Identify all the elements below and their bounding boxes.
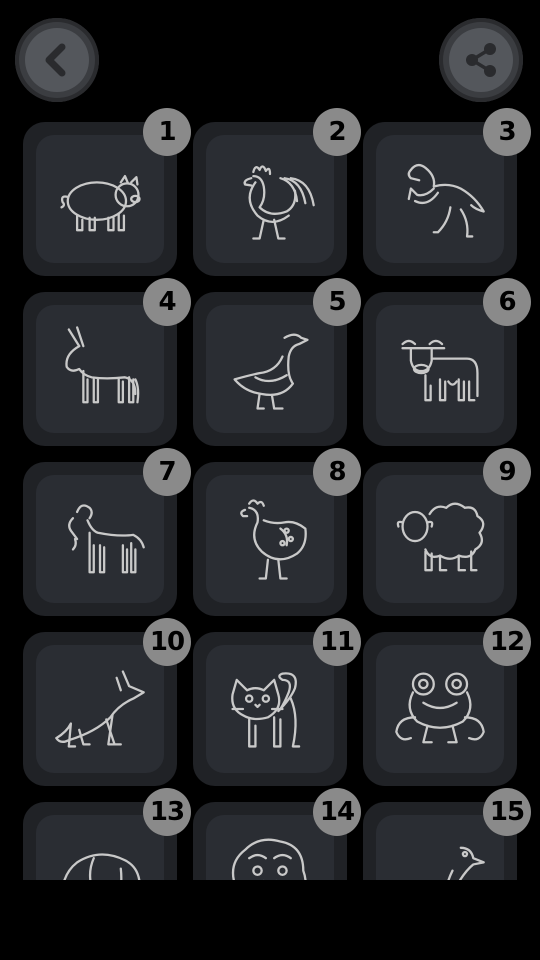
back-chevron-icon <box>45 43 66 77</box>
number-badge: 14 <box>313 788 361 836</box>
animal-tile-9[interactable]: 9 <box>363 448 531 616</box>
animal-tile-7[interactable]: 7 <box>23 448 191 616</box>
donkey-icon <box>65 326 140 404</box>
tile-face <box>376 815 504 880</box>
goat-icon <box>68 504 145 574</box>
number-badge: 2 <box>313 108 361 156</box>
tile-face <box>36 815 164 880</box>
animal-tile-10[interactable]: 10 <box>23 618 191 786</box>
animal-tile-3[interactable]: 3 <box>363 108 531 276</box>
animal-tile-4[interactable]: 4 <box>23 278 191 446</box>
share-icon <box>466 43 496 77</box>
tile-face <box>36 475 164 603</box>
cow-icon <box>401 339 479 402</box>
tile-face <box>206 135 334 263</box>
animal-tile-15[interactable]: 15 <box>363 788 531 880</box>
tile-face <box>36 645 164 773</box>
share-button[interactable] <box>439 18 523 102</box>
back-button[interactable] <box>15 18 99 102</box>
tile-face <box>206 305 334 433</box>
number-badge: 7 <box>143 448 191 496</box>
animal-grid: 1 2 3 4 5 6 7 8 9 10 11 12 13 14 15 <box>0 108 540 880</box>
number-badge: 3 <box>483 108 531 156</box>
frog-icon <box>395 672 485 744</box>
goose-icon <box>233 333 309 410</box>
number-badge: 11 <box>313 618 361 666</box>
number-badge: 10 <box>143 618 191 666</box>
bird-icon <box>447 846 485 880</box>
hen-icon <box>240 499 307 580</box>
wolf-icon <box>55 670 145 748</box>
animal-tile-13[interactable]: 13 <box>23 788 191 880</box>
number-badge: 4 <box>143 278 191 326</box>
tile-face <box>376 645 504 773</box>
elephant-icon <box>63 853 141 880</box>
tile-face <box>376 305 504 433</box>
tile-face <box>206 475 334 603</box>
tile-face <box>36 135 164 263</box>
rooster-icon <box>243 165 315 240</box>
number-badge: 13 <box>143 788 191 836</box>
tile-face <box>36 305 164 433</box>
number-badge: 12 <box>483 618 531 666</box>
animal-tile-1[interactable]: 1 <box>23 108 191 276</box>
animal-tile-14[interactable]: 14 <box>193 788 361 880</box>
tile-face <box>206 645 334 773</box>
number-badge: 9 <box>483 448 531 496</box>
horse-icon <box>407 164 485 238</box>
number-badge: 6 <box>483 278 531 326</box>
sheep-icon <box>396 502 485 572</box>
number-badge: 8 <box>313 448 361 496</box>
animal-tile-6[interactable]: 6 <box>363 278 531 446</box>
pig-icon <box>60 174 141 232</box>
number-badge: 5 <box>313 278 361 326</box>
tile-face <box>376 475 504 603</box>
animal-tile-5[interactable]: 5 <box>193 278 361 446</box>
tile-face <box>206 815 334 880</box>
number-badge: 1 <box>143 108 191 156</box>
tile-face <box>376 135 504 263</box>
animal-tile-8[interactable]: 8 <box>193 448 361 616</box>
cat-icon <box>231 672 301 748</box>
animal-tile-11[interactable]: 11 <box>193 618 361 786</box>
lion-icon <box>231 838 307 880</box>
animal-tile-2[interactable]: 2 <box>193 108 361 276</box>
animal-tile-12[interactable]: 12 <box>363 618 531 786</box>
number-badge: 15 <box>483 788 531 836</box>
